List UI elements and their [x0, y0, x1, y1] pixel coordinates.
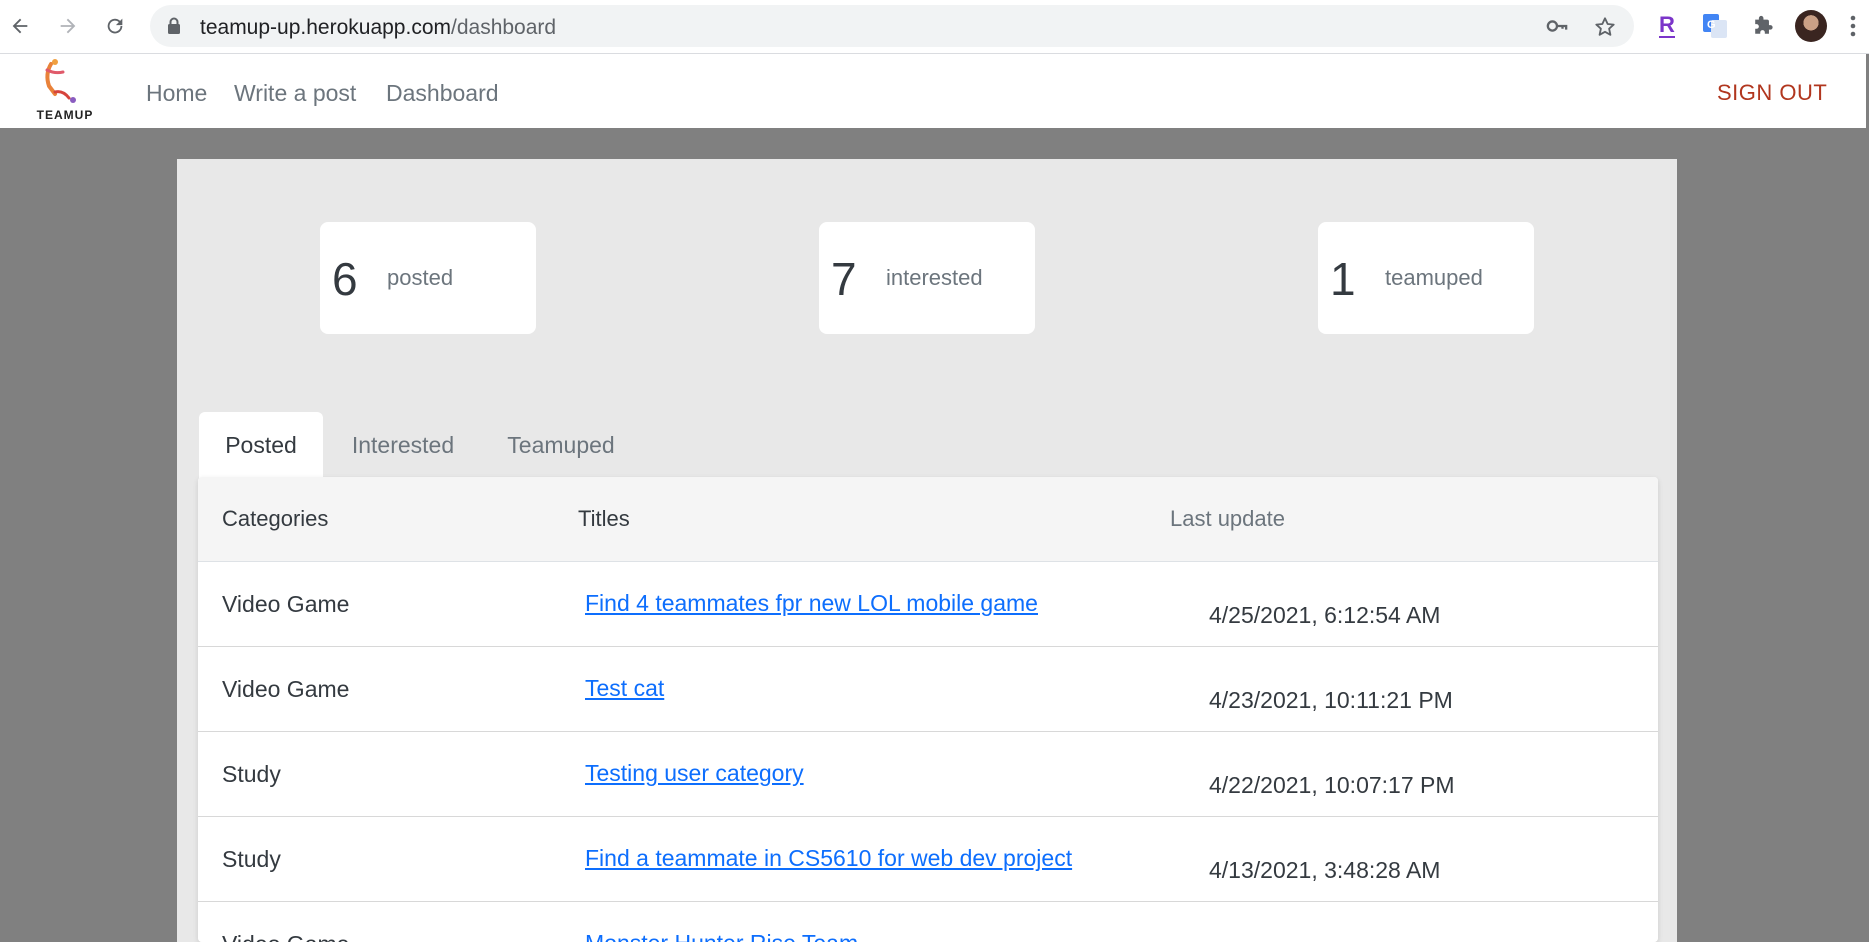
category-cell: Study: [222, 846, 281, 872]
post-title-link[interactable]: Testing user category: [585, 760, 804, 787]
back-arrow-icon[interactable]: [6, 12, 34, 40]
logo-wordmark: TEAMUP: [36, 108, 94, 122]
sign-out-button[interactable]: SIGN OUT: [1717, 80, 1827, 106]
more-menu-icon[interactable]: [1850, 14, 1856, 43]
table-row: Video Game Test cat 4/23/2021, 10:11:21 …: [198, 647, 1658, 732]
table-row: Video Game Find 4 teammates fpr new LOL …: [198, 562, 1658, 647]
category-cell: Study: [222, 761, 281, 787]
post-title-link[interactable]: Test cat: [585, 675, 664, 702]
category-cell: Video Game: [222, 931, 349, 942]
stat-card-interested: 7 interested: [819, 222, 1035, 334]
stat-value: 6: [332, 253, 358, 305]
translate-extension-icon[interactable]: G: [1700, 11, 1730, 41]
teamup-logo[interactable]: TEAMUP: [21, 54, 109, 126]
column-header-titles: Titles: [578, 506, 630, 531]
last-update-cell: 4/22/2021, 10:07:17 PM: [1209, 772, 1455, 798]
extension-r-icon[interactable]: R: [1652, 11, 1682, 41]
tab-posted[interactable]: Posted: [199, 412, 323, 478]
stat-label: interested: [886, 265, 983, 290]
nav-home-link[interactable]: Home: [146, 80, 207, 107]
post-title-link[interactable]: Find 4 teammates fpr new LOL mobile game: [585, 590, 1038, 617]
last-update-cell: 4/25/2021, 6:12:54 AM: [1209, 602, 1441, 628]
stat-value: 7: [831, 253, 857, 305]
nav-dashboard-link[interactable]: Dashboard: [386, 80, 499, 107]
nav-write-post-link[interactable]: Write a post: [234, 80, 356, 107]
table-row: Video Game Monster Hunter Rise Team: [198, 902, 1658, 942]
stat-card-posted: 6 posted: [320, 222, 536, 334]
table-row: Study Testing user category 4/22/2021, 1…: [198, 732, 1658, 817]
lock-icon: [167, 17, 181, 40]
browser-toolbar: teamup-up.herokuapp.com/dashboard R G: [0, 0, 1869, 54]
post-title-link[interactable]: Monster Hunter Rise Team: [585, 930, 858, 942]
teamup-figure-icon: [45, 59, 76, 103]
key-icon[interactable]: [1546, 16, 1568, 41]
forward-arrow-icon[interactable]: [54, 12, 82, 40]
profile-avatar[interactable]: [1795, 10, 1827, 42]
svg-text:G: G: [1707, 19, 1716, 31]
dashboard-panel: 6 posted 7 interested 1 teamuped Posted …: [177, 159, 1677, 942]
stat-label: posted: [387, 265, 454, 290]
posts-table: Categories Titles Last update Video Game…: [198, 477, 1658, 942]
category-cell: Video Game: [222, 591, 350, 617]
extensions-puzzle-icon[interactable]: [1748, 11, 1778, 41]
tab-interested[interactable]: Interested: [333, 412, 473, 478]
column-header-categories: Categories: [222, 506, 329, 531]
url-text: teamup-up.herokuapp.com/dashboard: [200, 16, 557, 39]
table-header: Categories Titles Last update: [198, 477, 1658, 562]
table-row: Study Find a teammate in CS5610 for web …: [198, 817, 1658, 902]
address-bar[interactable]: teamup-up.herokuapp.com/dashboard: [150, 5, 1634, 47]
stat-label: teamuped: [1385, 265, 1483, 290]
post-title-link[interactable]: Find a teammate in CS5610 for web dev pr…: [585, 845, 1072, 872]
last-update-cell: 4/13/2021, 3:48:28 AM: [1209, 857, 1441, 883]
app-navbar: TEAMUP Home Write a post Dashboard SIGN …: [0, 54, 1866, 128]
stat-value: 1: [1330, 253, 1356, 305]
stat-card-teamuped: 1 teamuped: [1318, 222, 1534, 334]
category-cell: Video Game: [222, 676, 350, 702]
reload-icon[interactable]: [101, 12, 129, 40]
last-update-cell: 4/23/2021, 10:11:21 PM: [1209, 687, 1453, 713]
column-header-last-update: Last update: [1170, 506, 1285, 531]
tab-teamuped[interactable]: Teamuped: [481, 412, 641, 478]
bookmark-star-icon[interactable]: [1594, 16, 1616, 43]
